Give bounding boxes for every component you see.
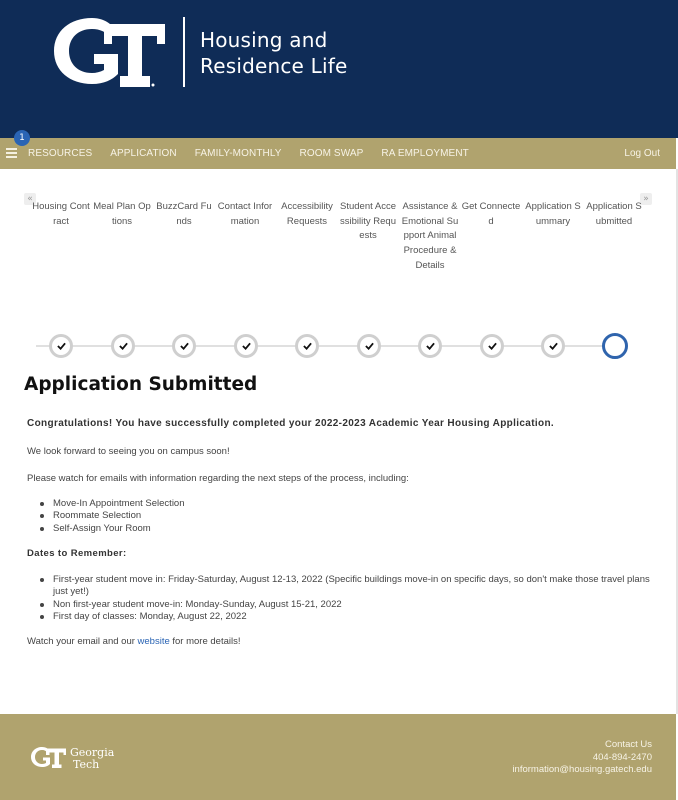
- step-circle-7[interactable]: [418, 334, 442, 358]
- list-item: First-year student move in: Friday-Satur…: [40, 574, 653, 599]
- step-circle-8[interactable]: [479, 334, 504, 358]
- step-circle-2[interactable]: [110, 334, 135, 358]
- checkmark-icon: [118, 342, 128, 350]
- step-circle-6[interactable]: [356, 334, 381, 358]
- step-label-assistance-animal[interactable]: Assistance & Emotional Support Animal Pr…: [400, 200, 460, 274]
- nav-item-family-monthly[interactable]: FAMILY-MONTHLY: [195, 148, 282, 159]
- step-circle-9[interactable]: [541, 334, 565, 358]
- nav-item-ra-employment[interactable]: RA EMPLOYMENT: [381, 148, 468, 159]
- closing-text: Watch your email and our website for mor…: [27, 636, 241, 647]
- step-labels: Housing Contract Meal Plan Options BuzzC…: [30, 200, 646, 310]
- contact-email[interactable]: information@housing.gatech.edu: [512, 764, 652, 777]
- step-circle-1[interactable]: [49, 334, 73, 358]
- checkmark-icon: [426, 342, 435, 350]
- logout-link[interactable]: Log Out: [624, 138, 660, 169]
- site-footer: Georgia Tech Contact Us 404-894-2470 inf…: [0, 714, 676, 800]
- list-item: Self-Assign Your Room: [40, 523, 185, 535]
- step-label-accessibility-requests[interactable]: Accessibility Requests: [277, 200, 337, 229]
- footer-logo-tech: Tech: [73, 758, 99, 770]
- site-title-line2: Residence Life: [200, 54, 348, 78]
- closing-text-end: for more details!: [169, 636, 241, 647]
- header-divider: [183, 17, 185, 87]
- checkmark-icon: [303, 342, 312, 350]
- contact-us-link[interactable]: Contact Us: [512, 739, 652, 752]
- step-circle-10[interactable]: [601, 333, 628, 359]
- step-label-student-accessibility-requests[interactable]: Student Accessibility Requests: [338, 200, 398, 244]
- step-label-get-connected[interactable]: Get Connected: [461, 200, 521, 229]
- step-label-contact-information[interactable]: Contact Information: [215, 200, 275, 229]
- step-label-application-summary[interactable]: Application Summary: [523, 200, 583, 229]
- gt-logo[interactable]: [52, 14, 167, 89]
- watch-emails-text: Please watch for emails with information…: [27, 473, 409, 484]
- step-label-application-submitted[interactable]: Application Submitted: [584, 200, 644, 229]
- website-link[interactable]: website: [138, 636, 170, 647]
- nav-item-room-swap[interactable]: ROOM SWAP: [300, 148, 364, 159]
- step-circle-3[interactable]: [172, 334, 196, 358]
- site-title: Housing and Residence Life: [200, 27, 347, 79]
- list-item: Roommate Selection: [40, 510, 185, 522]
- step-circle-4[interactable]: [233, 334, 258, 358]
- list-item: Move-In Appointment Selection: [40, 498, 185, 509]
- hamburger-icon[interactable]: [6, 148, 17, 158]
- step-label-meal-plan-options[interactable]: Meal Plan Options: [92, 200, 152, 229]
- footer-contact: Contact Us 404-894-2470 information@hous…: [512, 739, 652, 777]
- notification-badge[interactable]: 1: [14, 130, 30, 146]
- page-title: Application Submitted: [24, 374, 258, 395]
- look-forward-text: We look forward to seeing you on campus …: [27, 446, 230, 457]
- nav-item-application[interactable]: APPLICATION: [110, 148, 177, 159]
- checkmark-icon: [241, 342, 251, 350]
- contact-phone[interactable]: 404-894-2470: [512, 752, 652, 765]
- site-title-line1: Housing and: [200, 28, 328, 52]
- site-header: Housing and Residence Life: [0, 0, 678, 138]
- step-label-buzzcard-funds[interactable]: BuzzCard Funds: [154, 200, 214, 229]
- checkmark-icon: [180, 342, 189, 350]
- dates-heading: Dates to Remember:: [27, 548, 127, 559]
- checkmark-icon: [549, 342, 558, 350]
- list-item: Non first-year student move-in: Monday-S…: [40, 599, 653, 611]
- checkmark-icon: [57, 342, 66, 350]
- checkmark-icon: [487, 342, 497, 350]
- step-label-housing-contract[interactable]: Housing Contract: [31, 200, 91, 229]
- next-steps-list: Move-In Appointment Selection Roommate S…: [40, 498, 185, 535]
- step-circle-5[interactable]: [295, 334, 319, 358]
- checkmark-icon: [364, 342, 374, 350]
- list-item: First day of classes: Monday, August 22,…: [40, 611, 653, 623]
- nav-item-resources[interactable]: RESOURCES: [28, 148, 92, 159]
- dates-list: First-year student move in: Friday-Satur…: [40, 574, 653, 623]
- closing-text-start: Watch your email and our: [27, 636, 138, 647]
- nav-menu: RESOURCES APPLICATION FAMILY-MONTHLY ROO…: [28, 138, 487, 169]
- congrats-message: Congratulations! You have successfully c…: [27, 418, 555, 429]
- georgia-tech-logo[interactable]: Georgia Tech: [30, 744, 120, 770]
- main-navbar: RESOURCES APPLICATION FAMILY-MONTHLY ROO…: [0, 138, 676, 169]
